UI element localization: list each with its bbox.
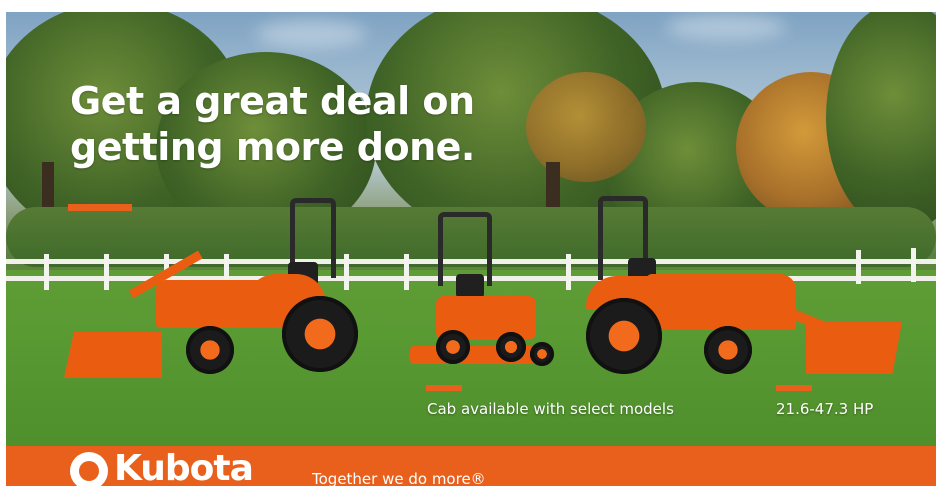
- headline-line-2: getting more done.: [70, 125, 475, 169]
- feature-hp: 21.6-47.3 HP: [776, 400, 874, 418]
- kubota-logo-icon: [70, 452, 108, 486]
- brand-footer: Kubota Together we do more®: [6, 446, 936, 486]
- rear-tire: [586, 298, 662, 374]
- cloud: [256, 20, 366, 48]
- fence-post: [344, 254, 349, 290]
- rear-tire: [436, 330, 470, 364]
- feature-cab: Cab available with select models: [427, 400, 674, 418]
- front-tire: [186, 326, 234, 374]
- rear-tire: [282, 296, 358, 372]
- front-tire: [496, 332, 526, 362]
- fence-post: [566, 254, 571, 290]
- front-tire: [530, 342, 554, 366]
- seat: [456, 274, 484, 298]
- fence-post: [856, 250, 861, 284]
- headline-line-1: Get a great deal on: [70, 79, 475, 123]
- loader-bucket: [64, 332, 162, 378]
- brand-name: Kubota: [114, 448, 254, 486]
- fence-post: [104, 254, 109, 290]
- fence-post: [404, 254, 409, 290]
- fence-post: [911, 248, 916, 282]
- headline-accent-bar: [68, 204, 132, 211]
- brand-slogan: Together we do more®: [312, 470, 486, 486]
- cloud: [666, 14, 786, 40]
- headline: Get a great deal on getting more done.: [70, 78, 610, 170]
- ad-banner: Get a great deal on getting more done. C…: [0, 0, 936, 486]
- front-tire: [704, 326, 752, 374]
- fence-post: [44, 254, 49, 290]
- feature-accent-bar: [426, 385, 462, 391]
- feature-accent-bar: [776, 385, 812, 391]
- loader-bucket: [806, 322, 902, 374]
